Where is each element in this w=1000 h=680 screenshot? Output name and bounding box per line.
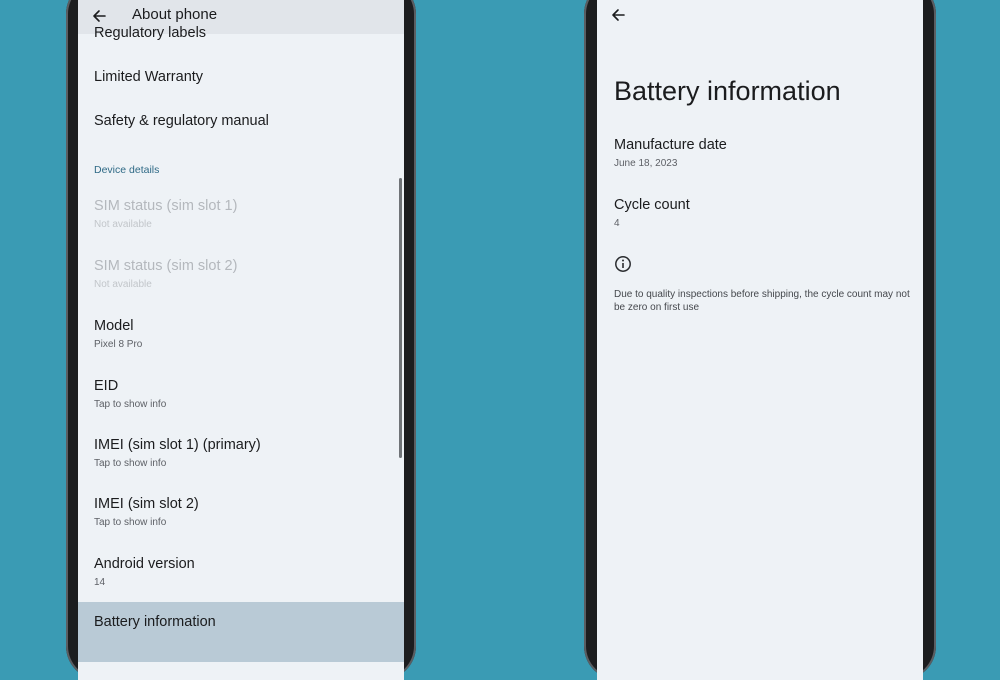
item-title: Safety & regulatory manual [94, 113, 269, 129]
cycle-count-value: 4 [614, 218, 620, 229]
item-title: Model [94, 318, 134, 334]
battery-information-screen: Battery information Manufacture date Jun… [597, 0, 923, 680]
item-title: Android version [94, 556, 195, 572]
item-title: SIM status (sim slot 1) [94, 198, 238, 214]
section-header-device-details: Device details [94, 164, 160, 176]
item-subtitle: 14 [94, 577, 106, 588]
list-item-android-version[interactable]: Android version 14 [78, 546, 404, 602]
item-title: Limited Warranty [94, 69, 204, 85]
item-subtitle: Tap to show info [94, 399, 167, 410]
about-phone-screen: About phone Regulatory labels Limited Wa… [78, 0, 404, 680]
item-title: EID [94, 378, 119, 394]
item-title: SIM status (sim slot 2) [94, 258, 238, 274]
item-subtitle: Not available [94, 219, 152, 230]
scrollbar[interactable] [399, 178, 402, 458]
item-title: Regulatory labels [94, 25, 207, 41]
item-subtitle: Not available [94, 279, 152, 290]
cycle-count-label: Cycle count [614, 197, 690, 213]
list-item-model[interactable]: Model Pixel 8 Pro [78, 306, 404, 366]
list-item-imei-1[interactable]: IMEI (sim slot 1) (primary) Tap to show … [78, 426, 404, 486]
info-icon [615, 256, 631, 272]
item-subtitle: Tap to show info [94, 517, 167, 528]
right-phone-frame: Battery information Manufacture date Jun… [584, 0, 936, 680]
list-item-imei-2[interactable]: IMEI (sim slot 2) Tap to show info [78, 486, 404, 546]
list-item-sim-status-2: SIM status (sim slot 2) Not available [78, 246, 404, 306]
page-title: About phone [132, 6, 218, 23]
back-button[interactable] [607, 4, 629, 26]
manufacture-date-value: June 18, 2023 [614, 158, 678, 169]
item-subtitle: Tap to show info [94, 458, 167, 469]
list-item-safety-manual[interactable]: Safety & regulatory manual [78, 113, 404, 166]
manufacture-date-label: Manufacture date [614, 137, 727, 153]
back-button[interactable] [88, 5, 110, 27]
list-item-sim-status-1: SIM status (sim slot 1) Not available [78, 186, 404, 246]
page-title: Battery information [614, 76, 841, 106]
list-item-battery-information[interactable]: Battery information [78, 602, 404, 662]
item-title: Battery information [94, 614, 216, 630]
left-phone-frame: About phone Regulatory labels Limited Wa… [66, 0, 416, 680]
item-title: IMEI (sim slot 2) [94, 496, 199, 512]
item-subtitle: Pixel 8 Pro [94, 339, 143, 350]
item-title: IMEI (sim slot 1) (primary) [94, 437, 261, 453]
list-item-eid[interactable]: EID Tap to show info [78, 366, 404, 426]
arrow-back-icon [93, 10, 106, 22]
arrow-back-icon [612, 9, 625, 21]
cycle-count-note: Due to quality inspections before shippi… [614, 289, 910, 313]
